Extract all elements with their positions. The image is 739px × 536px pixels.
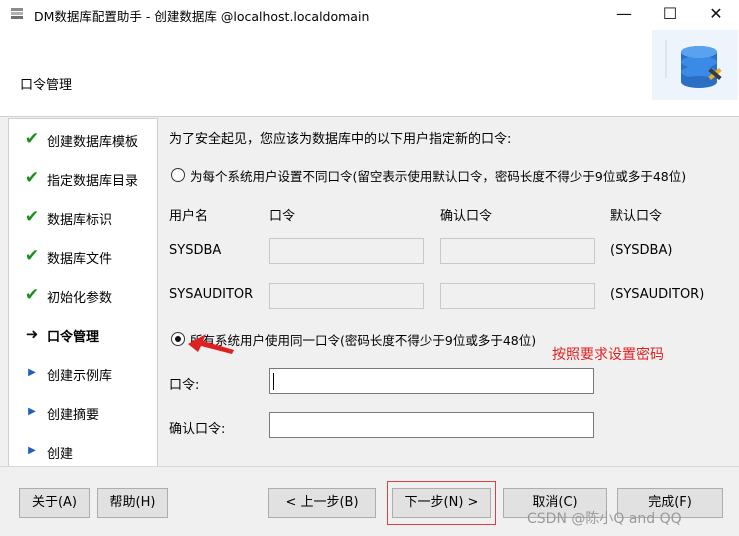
- triangle-right-icon: ▶: [28, 445, 36, 456]
- radio-same-label: 所有系统用户使用同一口令(密码长度不得少于9位或多于48位): [190, 333, 537, 348]
- sidebar-item-directory[interactable]: ✔ 指定数据库目录: [9, 163, 157, 193]
- sidebar-item-label: 创建示例库: [47, 369, 113, 384]
- check-icon: ✔: [24, 129, 40, 149]
- sysauditor-confirm-field[interactable]: [440, 283, 595, 309]
- arrow-right-icon: ➜: [25, 325, 39, 343]
- user-name-sysdba: SYSDBA: [169, 243, 222, 258]
- sidebar-item-label: 创建: [47, 447, 74, 462]
- confirm-password-label: 确认口令:: [169, 422, 226, 437]
- check-icon: ✔: [24, 168, 40, 188]
- about-button[interactable]: 关于(A): [19, 488, 90, 518]
- column-header-confirm: 确认口令: [440, 209, 493, 224]
- maximize-button[interactable]: ☐: [647, 0, 693, 28]
- sysauditor-password-field[interactable]: [269, 283, 424, 309]
- sidebar-item-label: 指定数据库目录: [47, 174, 139, 189]
- password-input[interactable]: [269, 368, 594, 394]
- watermark-text: CSDN @陈小Q and QQ: [527, 511, 682, 527]
- sidebar-item-label: 初始化参数: [47, 291, 113, 306]
- sidebar-item-init-params[interactable]: ✔ 初始化参数: [9, 280, 157, 310]
- radio-individual-label: 为每个系统用户设置不同口令(留空表示使用默认口令，密码长度不得少于9位或多于48…: [190, 169, 687, 184]
- page-header: 口令管理: [0, 28, 739, 117]
- radio-individual-password[interactable]: [171, 168, 185, 182]
- sysdba-default-password: (SYSDBA): [610, 243, 673, 258]
- footer-divider: [0, 466, 739, 467]
- triangle-right-icon: ▶: [28, 406, 36, 417]
- column-header-default: 默认口令: [610, 209, 663, 224]
- sidebar-item-sample-db[interactable]: ▶ 创建示例库: [9, 358, 157, 388]
- red-arrow-annotation-icon: [188, 334, 234, 354]
- sidebar-item-template[interactable]: ✔ 创建数据库模板: [9, 124, 157, 154]
- check-icon: ✔: [24, 246, 40, 266]
- page-title: 口令管理: [20, 78, 73, 93]
- sidebar-item-label: 创建数据库模板: [47, 135, 139, 150]
- annotation-text: 按照要求设置密码: [552, 347, 664, 363]
- window-title: DM数据库配置助手 - 创建数据库 @localhost.localdomain: [34, 9, 370, 24]
- check-icon: ✔: [24, 285, 40, 305]
- sidebar-item-identifier[interactable]: ✔ 数据库标识: [9, 202, 157, 232]
- check-icon: ✔: [24, 207, 40, 227]
- step-sidebar: ✔ 创建数据库模板 ✔ 指定数据库目录 ✔ 数据库标识 ✔ 数据库文件 ✔ 初始…: [8, 118, 158, 467]
- sidebar-item-label: 口令管理: [47, 330, 100, 345]
- sidebar-item-files[interactable]: ✔ 数据库文件: [9, 241, 157, 271]
- sidebar-item-create[interactable]: ▶ 创建: [9, 436, 157, 466]
- minimize-button[interactable]: —: [601, 0, 647, 28]
- column-header-password: 口令: [269, 209, 296, 224]
- database-config-icon: [652, 30, 738, 100]
- sysauditor-default-password: (SYSAUDITOR): [610, 287, 705, 302]
- sidebar-item-label: 数据库标识: [47, 213, 113, 228]
- confirm-password-input[interactable]: [269, 412, 594, 438]
- sidebar-item-password[interactable]: ➜ 口令管理: [9, 319, 157, 349]
- user-name-sysauditor: SYSAUDITOR: [169, 287, 254, 302]
- password-label: 口令:: [169, 378, 200, 393]
- app-icon: [11, 8, 23, 19]
- close-button[interactable]: ✕: [693, 0, 739, 28]
- column-header-user: 用户名: [169, 209, 209, 224]
- radio-same-password[interactable]: [171, 332, 185, 346]
- sidebar-item-label: 创建摘要: [47, 408, 100, 423]
- triangle-right-icon: ▶: [28, 367, 36, 378]
- intro-text: 为了安全起见，您应该为数据库中的以下用户指定新的口令:: [169, 132, 512, 147]
- next-button-highlight: [387, 481, 496, 525]
- prev-button[interactable]: < 上一步(B): [268, 488, 376, 518]
- sysdba-confirm-field[interactable]: [440, 238, 595, 264]
- sidebar-item-summary[interactable]: ▶ 创建摘要: [9, 397, 157, 427]
- sidebar-item-label: 数据库文件: [47, 252, 113, 267]
- sysdba-password-field[interactable]: [269, 238, 424, 264]
- help-button[interactable]: 帮助(H): [97, 488, 168, 518]
- title-bar: DM数据库配置助手 - 创建数据库 @localhost.localdomain…: [0, 0, 739, 28]
